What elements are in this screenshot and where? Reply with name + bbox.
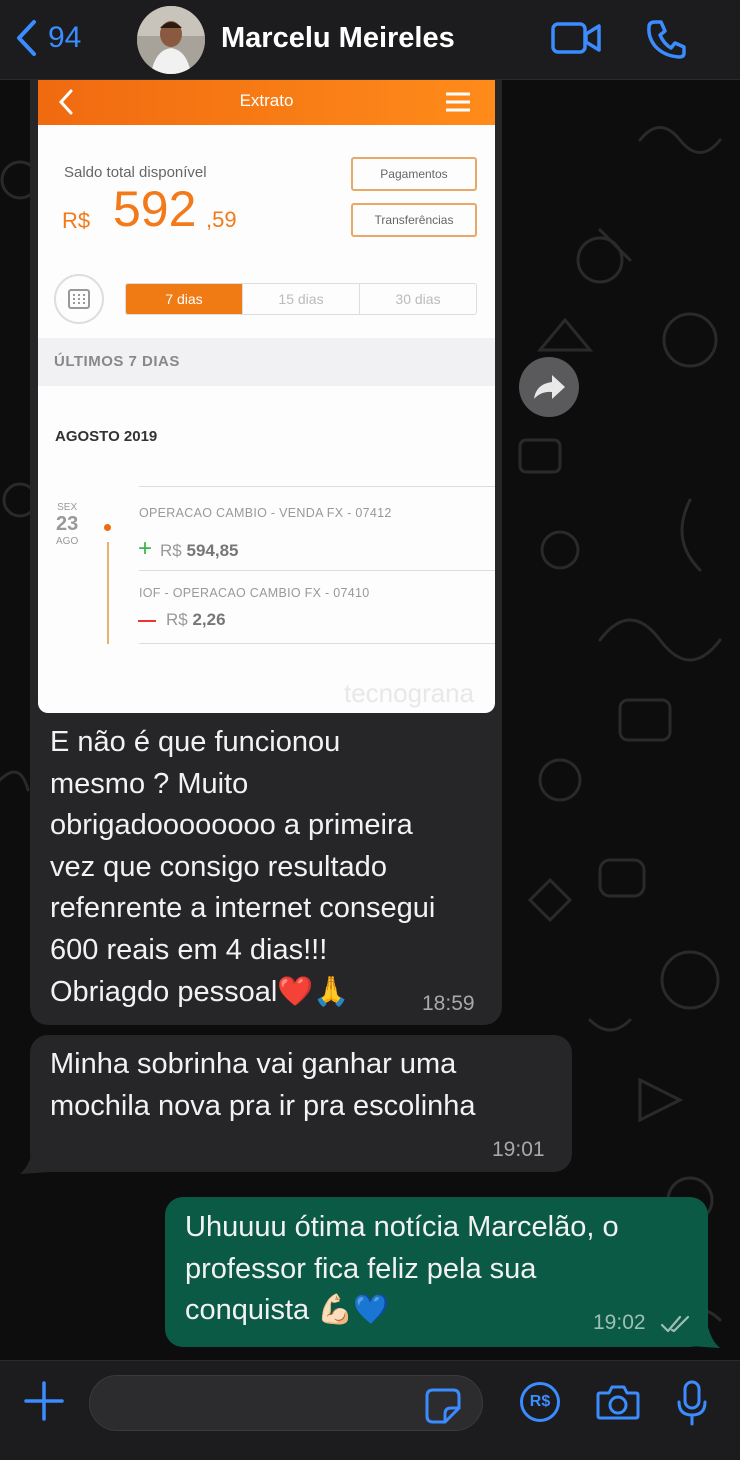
transaction-description: IOF - OPERACAO CAMBIO FX - 07410 — [139, 586, 370, 600]
message-time: 18:59 — [422, 992, 475, 1015]
transfers-button: Transferências — [351, 203, 477, 237]
balance-currency: R$ — [62, 208, 91, 233]
back-button[interactable]: 94 — [14, 18, 81, 58]
timeline-dot — [104, 524, 111, 531]
period-tabs: 7 dias 15 dias 30 dias — [125, 283, 477, 315]
avatar[interactable] — [137, 6, 205, 74]
message-time: 19:02 — [593, 1311, 646, 1334]
app-title: Extrato — [239, 91, 294, 110]
message-input[interactable] — [89, 1375, 483, 1431]
message-text: Minha sobrinha vai ganhar uma mochila no… — [50, 1048, 476, 1122]
message-input-bar: R$ — [0, 1360, 740, 1460]
payments-button: Pagamentos — [351, 157, 477, 191]
menu-icon — [446, 92, 470, 112]
transaction-date: SEX 23 AGO — [56, 502, 79, 547]
phone-call-icon[interactable] — [646, 18, 688, 65]
balance-cents: ,59 — [206, 207, 237, 232]
plus-icon[interactable] — [24, 1381, 64, 1421]
watermark: tecnograna — [344, 678, 475, 708]
minus-sign-icon — [138, 619, 156, 622]
shared-screenshot-image[interactable]: Extrato Saldo total disponível R$ 592 ,5… — [38, 80, 495, 713]
balance-amount: 592 — [113, 181, 197, 237]
chevron-left-icon — [17, 20, 36, 56]
app-topbar: Extrato — [38, 80, 495, 125]
tab-30-days: 30 dias — [395, 291, 441, 307]
video-call-icon[interactable] — [550, 20, 602, 61]
microphone-icon[interactable] — [676, 1380, 708, 1426]
message-text: E não é que funcionou mesmo ? Muito obri… — [50, 726, 436, 1008]
contact-name[interactable]: Marcelu Meireles — [221, 22, 455, 55]
forward-button[interactable] — [519, 357, 579, 417]
transaction-description: OPERACAO CAMBIO - VENDA FX - 07412 — [139, 506, 392, 520]
message-text: Uhuuuu ótima notícia Marcelão, o profess… — [185, 1211, 619, 1327]
tab-15-days: 15 dias — [243, 284, 360, 314]
section-header: ÚLTIMOS 7 DIAS — [38, 338, 495, 386]
balance-label: Saldo total disponível — [64, 164, 207, 181]
read-receipt-icon — [660, 1315, 690, 1333]
month-label: AGOSTO 2019 — [55, 428, 158, 445]
camera-icon[interactable] — [596, 1383, 640, 1421]
timeline-line — [107, 542, 109, 644]
tab-7-days: 7 dias — [126, 284, 243, 314]
sticker-icon[interactable] — [425, 1388, 461, 1424]
message-time: 19:01 — [492, 1138, 545, 1161]
plus-sign-icon: + — [138, 535, 153, 562]
transaction-amount: R$ 2,26 — [138, 610, 226, 630]
transaction-amount: + R$ 594,85 — [138, 535, 239, 562]
forward-icon — [534, 375, 565, 399]
calendar-icon — [54, 274, 104, 324]
unread-count: 94 — [48, 21, 82, 54]
chat-header: 94 Marcelu Meireles — [0, 0, 740, 80]
payment-icon[interactable]: R$ — [520, 1382, 560, 1422]
